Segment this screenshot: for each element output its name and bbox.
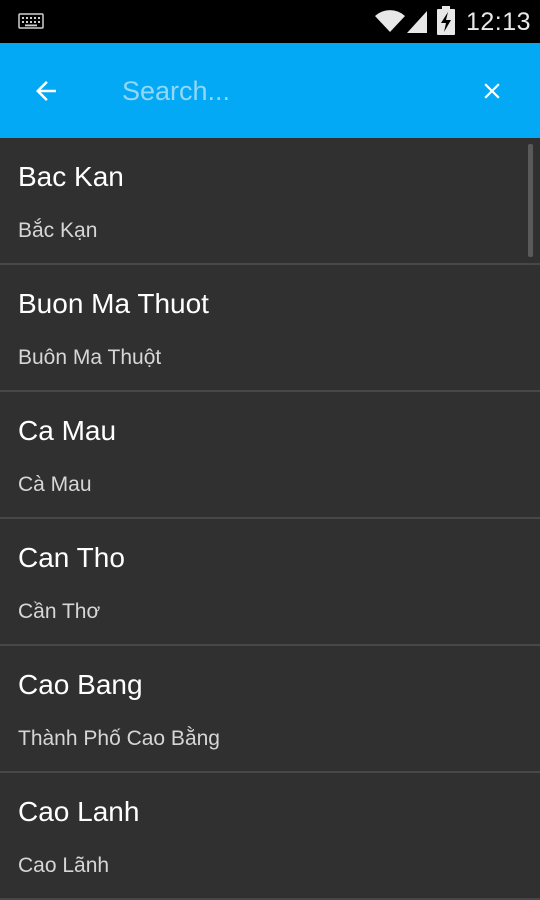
status-bar: 12:13 xyxy=(0,0,540,43)
list-item[interactable]: Can Tho Cần Thơ xyxy=(0,519,540,646)
keyboard-icon xyxy=(18,13,44,29)
search-input[interactable] xyxy=(122,65,442,117)
list-item-subtitle: Buôn Ma Thuột xyxy=(18,346,162,369)
back-button[interactable] xyxy=(18,63,74,119)
list-item[interactable]: Cao Bang Thành Phố Cao Bằng xyxy=(0,646,540,773)
scrollbar[interactable] xyxy=(528,144,533,257)
list-item-subtitle: Thành Phố Cao Bằng xyxy=(18,727,220,750)
search-toolbar xyxy=(0,43,540,138)
list-item-title: Cao Lanh xyxy=(18,796,140,827)
list-item-title: Ca Mau xyxy=(18,415,117,446)
status-time: 12:13 xyxy=(466,8,532,36)
cell-signal-icon xyxy=(407,11,427,33)
city-list: Bac Kan Bắc Kạn Buon Ma Thuot Buôn Ma Th… xyxy=(0,138,540,900)
list-item-title: Buon Ma Thuot xyxy=(18,288,209,319)
list-item-subtitle: Cao Lãnh xyxy=(18,854,110,877)
list-item-subtitle: Cần Thơ xyxy=(18,600,101,623)
close-icon xyxy=(484,83,500,99)
list-item-title: Cao Bang xyxy=(18,669,143,700)
list-item[interactable]: Buon Ma Thuot Buôn Ma Thuột xyxy=(0,265,540,392)
list-item-subtitle: Bắc Kạn xyxy=(18,219,98,242)
list-item[interactable]: Bac Kan Bắc Kạn xyxy=(0,138,540,265)
list-item-title: Bac Kan xyxy=(18,161,124,192)
arrow-left-icon xyxy=(36,81,56,101)
battery-charging-icon xyxy=(437,6,455,35)
wifi-icon xyxy=(375,10,405,33)
list-item-subtitle: Cà Mau xyxy=(18,473,92,496)
clear-search-button[interactable] xyxy=(464,63,520,119)
list-item[interactable]: Cao Lanh Cao Lãnh xyxy=(0,773,540,900)
list-item-title: Can Tho xyxy=(18,542,125,573)
list-item[interactable]: Ca Mau Cà Mau xyxy=(0,392,540,519)
